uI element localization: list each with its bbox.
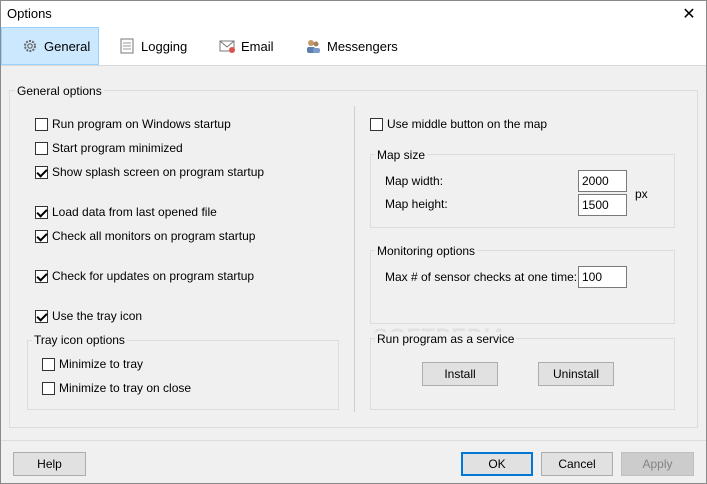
checkbox-box	[35, 141, 48, 155]
window-title: Options	[7, 6, 52, 21]
checkbox-box	[42, 381, 55, 395]
load-last-file-checkbox[interactable]: Load data from last opened file	[35, 205, 217, 219]
max-checks-input[interactable]	[578, 266, 627, 288]
checkbox-label: Check for updates on program startup	[52, 269, 255, 283]
ok-button[interactable]: OK	[461, 452, 533, 476]
service-label: Run program as a service	[375, 332, 517, 346]
checkbox-label: Start program minimized	[52, 141, 183, 155]
help-button[interactable]: Help	[13, 452, 86, 476]
tab-email[interactable]: Email	[199, 27, 285, 65]
minimize-to-tray-on-close-checkbox[interactable]: Minimize to tray on close	[42, 381, 191, 395]
run-on-startup-checkbox[interactable]: Run program on Windows startup	[35, 117, 231, 131]
tab-label: Logging	[141, 38, 188, 54]
gear-icon	[22, 38, 38, 54]
checkbox-box	[35, 269, 48, 283]
tab-general[interactable]: General	[1, 27, 99, 65]
show-splash-checkbox[interactable]: Show splash screen on program startup	[35, 165, 264, 179]
column-divider	[354, 106, 355, 412]
checkbox-label: Minimize to tray on close	[59, 381, 192, 395]
checkbox-label: Use the tray icon	[52, 309, 143, 323]
minimize-to-tray-checkbox[interactable]: Minimize to tray	[42, 357, 143, 371]
checkbox-label: Use middle button on the map	[387, 117, 548, 131]
install-button[interactable]: Install	[422, 362, 498, 386]
checkbox-box	[35, 205, 48, 219]
checkbox-box	[42, 357, 55, 371]
tab-logging[interactable]: Logging	[99, 27, 199, 65]
tab-messengers[interactable]: Messengers	[285, 27, 405, 65]
tab-label: Messengers	[327, 38, 398, 54]
cancel-button[interactable]: Cancel	[541, 452, 613, 476]
checkbox-box	[35, 165, 48, 179]
checkbox-box	[35, 309, 48, 323]
monitoring-options-label: Monitoring options	[375, 244, 478, 258]
monitoring-options-group	[370, 250, 675, 324]
middle-button-checkbox[interactable]: Use middle button on the map	[370, 117, 547, 131]
tab-label: Email	[241, 38, 274, 54]
uninstall-button[interactable]: Uninstall	[538, 362, 614, 386]
options-window: Options ✕ General Logging Email Messenge…	[0, 0, 707, 484]
map-height-input[interactable]	[578, 194, 627, 216]
use-tray-icon-checkbox[interactable]: Use the tray icon	[35, 309, 142, 323]
map-size-group	[370, 154, 675, 228]
service-group	[370, 338, 675, 410]
max-checks-label: Max # of sensor checks at one time:	[385, 270, 578, 284]
map-width-label: Map width:	[385, 174, 444, 188]
checkbox-label: Load data from last opened file	[52, 205, 217, 219]
tray-options-label: Tray icon options	[32, 333, 127, 347]
tab-label: General	[44, 38, 91, 54]
dialog-footer: Help OK Cancel Apply	[1, 440, 706, 483]
checkbox-label: Show splash screen on program startup	[52, 165, 265, 179]
checkbox-box	[370, 117, 383, 131]
tray-options-group	[27, 340, 339, 410]
document-icon	[119, 38, 135, 54]
checkbox-label: Minimize to tray	[59, 357, 144, 371]
checkbox-box	[35, 117, 48, 131]
map-height-label: Map height:	[385, 197, 448, 211]
general-options-label: General options	[15, 84, 104, 98]
map-width-input[interactable]	[578, 170, 627, 192]
check-monitors-checkbox[interactable]: Check all monitors on program startup	[35, 229, 255, 243]
people-icon	[305, 38, 321, 54]
apply-button[interactable]: Apply	[621, 452, 694, 476]
close-button[interactable]: ✕	[672, 1, 706, 27]
title-bar: Options ✕	[1, 1, 706, 27]
close-icon: ✕	[682, 6, 696, 23]
checkbox-label: Check all monitors on program startup	[52, 229, 256, 243]
start-minimized-checkbox[interactable]: Start program minimized	[35, 141, 183, 155]
envelope-icon	[219, 38, 235, 54]
check-updates-checkbox[interactable]: Check for updates on program startup	[35, 269, 254, 283]
tab-strip: General Logging Email Messengers	[1, 27, 706, 65]
map-size-label: Map size	[375, 148, 428, 162]
checkbox-label: Run program on Windows startup	[52, 117, 231, 131]
checkbox-box	[35, 229, 48, 243]
tab-content-general: General options Run program on Windows s…	[1, 65, 706, 440]
px-unit-label: px	[635, 187, 648, 201]
